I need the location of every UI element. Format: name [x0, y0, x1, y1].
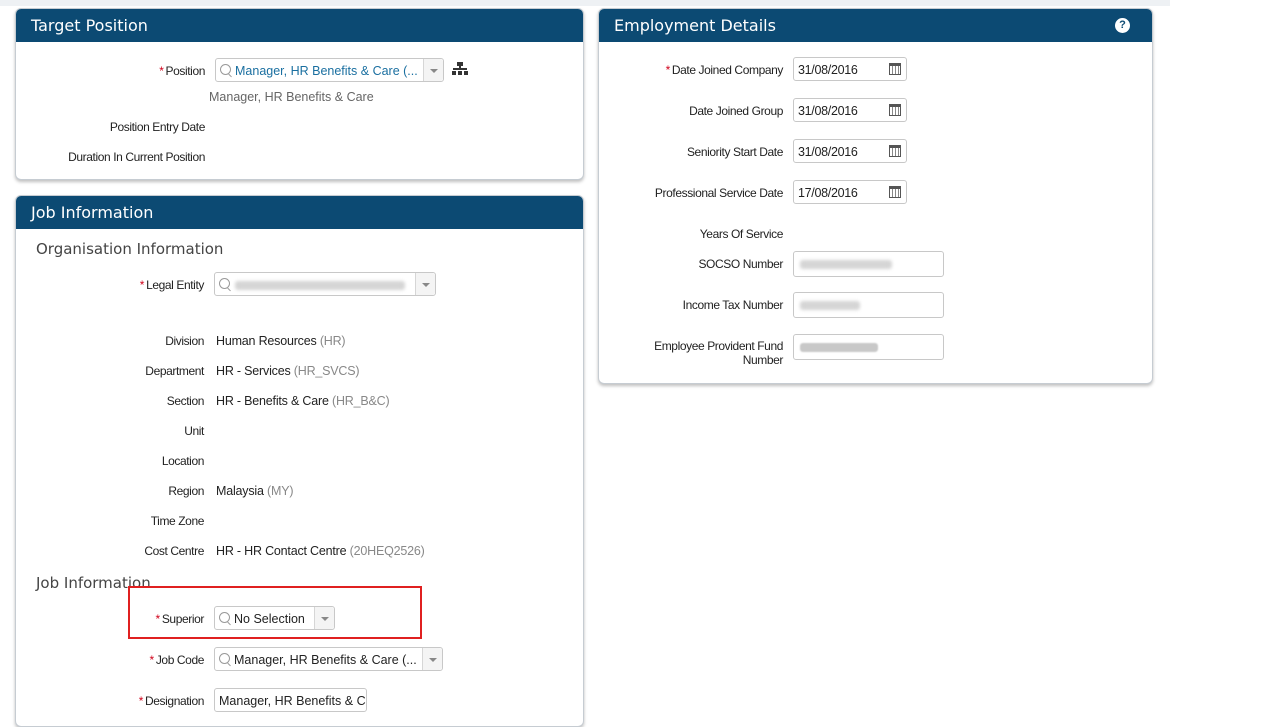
seniority-start-date-label: Seniority Start Date [686, 145, 783, 159]
cost-centre-value: HR - HR Contact Centre (20HEQ2526) [216, 544, 425, 558]
location-label: Location [161, 454, 205, 468]
position-entry-date-label: Position Entry Date [109, 120, 206, 134]
section-value: HR - Benefits & Care (HR_B&C) [216, 394, 390, 408]
income-tax-redacted-value [800, 301, 860, 310]
unit-label: Unit [184, 424, 204, 438]
position-subtext: Manager, HR Benefits & Care [209, 90, 374, 104]
epf-redacted-value [800, 343, 878, 352]
socso-number-label: SOCSO Number [698, 257, 783, 271]
socso-number-input[interactable] [793, 251, 944, 277]
region-value: Malaysia (MY) [216, 484, 294, 498]
professional-service-date-value: 17/08/2016 [798, 186, 858, 200]
legal-entity-lookup[interactable] [214, 272, 436, 296]
region-label: Region [168, 484, 204, 498]
job-code-lookup-value: Manager, HR Benefits & Care (... [234, 653, 417, 667]
calendar-icon[interactable] [889, 104, 901, 116]
superior-lookup[interactable]: No Selection [214, 606, 335, 630]
date-joined-company-field[interactable]: 31/08/2016 [793, 57, 907, 81]
professional-service-date-field[interactable]: 17/08/2016 [793, 180, 907, 204]
legal-entity-redacted-value [235, 281, 405, 290]
date-joined-group-value: 31/08/2016 [798, 104, 858, 118]
chevron-down-icon[interactable] [423, 59, 443, 81]
date-joined-group-field[interactable]: 31/08/2016 [793, 98, 907, 122]
position-lookup[interactable]: Manager, HR Benefits & Care (... [215, 58, 444, 82]
date-joined-group-label: Date Joined Group [689, 104, 783, 118]
designation-input[interactable]: Manager, HR Benefits & Care [214, 688, 367, 712]
position-label: * Position [159, 64, 205, 78]
epf-number-label: Employee Provident Fund Number [654, 339, 783, 367]
division-label: Division [165, 334, 204, 348]
search-icon [219, 278, 230, 289]
legal-entity-label: * Legal Entity [139, 278, 205, 292]
section-label: Section [166, 394, 205, 408]
chevron-down-icon[interactable] [422, 648, 442, 670]
job-code-lookup[interactable]: Manager, HR Benefits & Care (... [214, 647, 443, 671]
search-icon [220, 64, 231, 75]
seniority-start-date-field[interactable]: 31/08/2016 [793, 139, 907, 163]
superior-lookup-value: No Selection [234, 612, 305, 626]
years-of-service-label: Years Of Service [699, 227, 784, 241]
target-position-panel: Target Position * Position Manager, HR Be… [15, 8, 584, 180]
employment-details-header: Employment Details [599, 9, 1152, 42]
position-lookup-value: Manager, HR Benefits & Care (... [235, 64, 418, 78]
designation-label: * Designation [138, 694, 205, 708]
income-tax-number-label: Income Tax Number [682, 298, 784, 312]
calendar-icon[interactable] [889, 63, 901, 75]
epf-number-input[interactable] [793, 334, 944, 360]
job-information-header: Job Information [16, 196, 583, 229]
search-icon [219, 612, 230, 623]
duration-current-position-label: Duration In Current Position [68, 150, 205, 164]
department-label: Department [145, 364, 204, 378]
job-code-label: * Job Code [149, 653, 205, 667]
income-tax-number-input[interactable] [793, 292, 944, 318]
time-zone-label: Time Zone [150, 514, 205, 528]
date-joined-company-label: * Date Joined Company [665, 63, 784, 77]
superior-label: * Superior [155, 612, 205, 626]
calendar-icon[interactable] [889, 186, 901, 198]
org-chart-icon[interactable] [452, 62, 468, 76]
division-value: Human Resources (HR) [216, 334, 346, 348]
help-icon[interactable]: ? [1115, 18, 1130, 33]
department-value: HR - Services (HR_SVCS) [216, 364, 360, 378]
date-joined-company-value: 31/08/2016 [798, 63, 858, 77]
seniority-start-date-value: 31/08/2016 [798, 145, 858, 159]
calendar-icon[interactable] [889, 145, 901, 157]
organisation-information-heading: Organisation Information [36, 240, 224, 258]
socso-redacted-value [800, 260, 892, 269]
chevron-down-icon[interactable] [415, 273, 435, 295]
target-position-header: Target Position [16, 9, 583, 42]
professional-service-date-label: Professional Service Date [654, 186, 783, 200]
search-icon [219, 653, 230, 664]
cost-centre-label: Cost Centre [144, 544, 204, 558]
chevron-down-icon[interactable] [314, 607, 334, 629]
top-divider [0, 0, 1170, 6]
